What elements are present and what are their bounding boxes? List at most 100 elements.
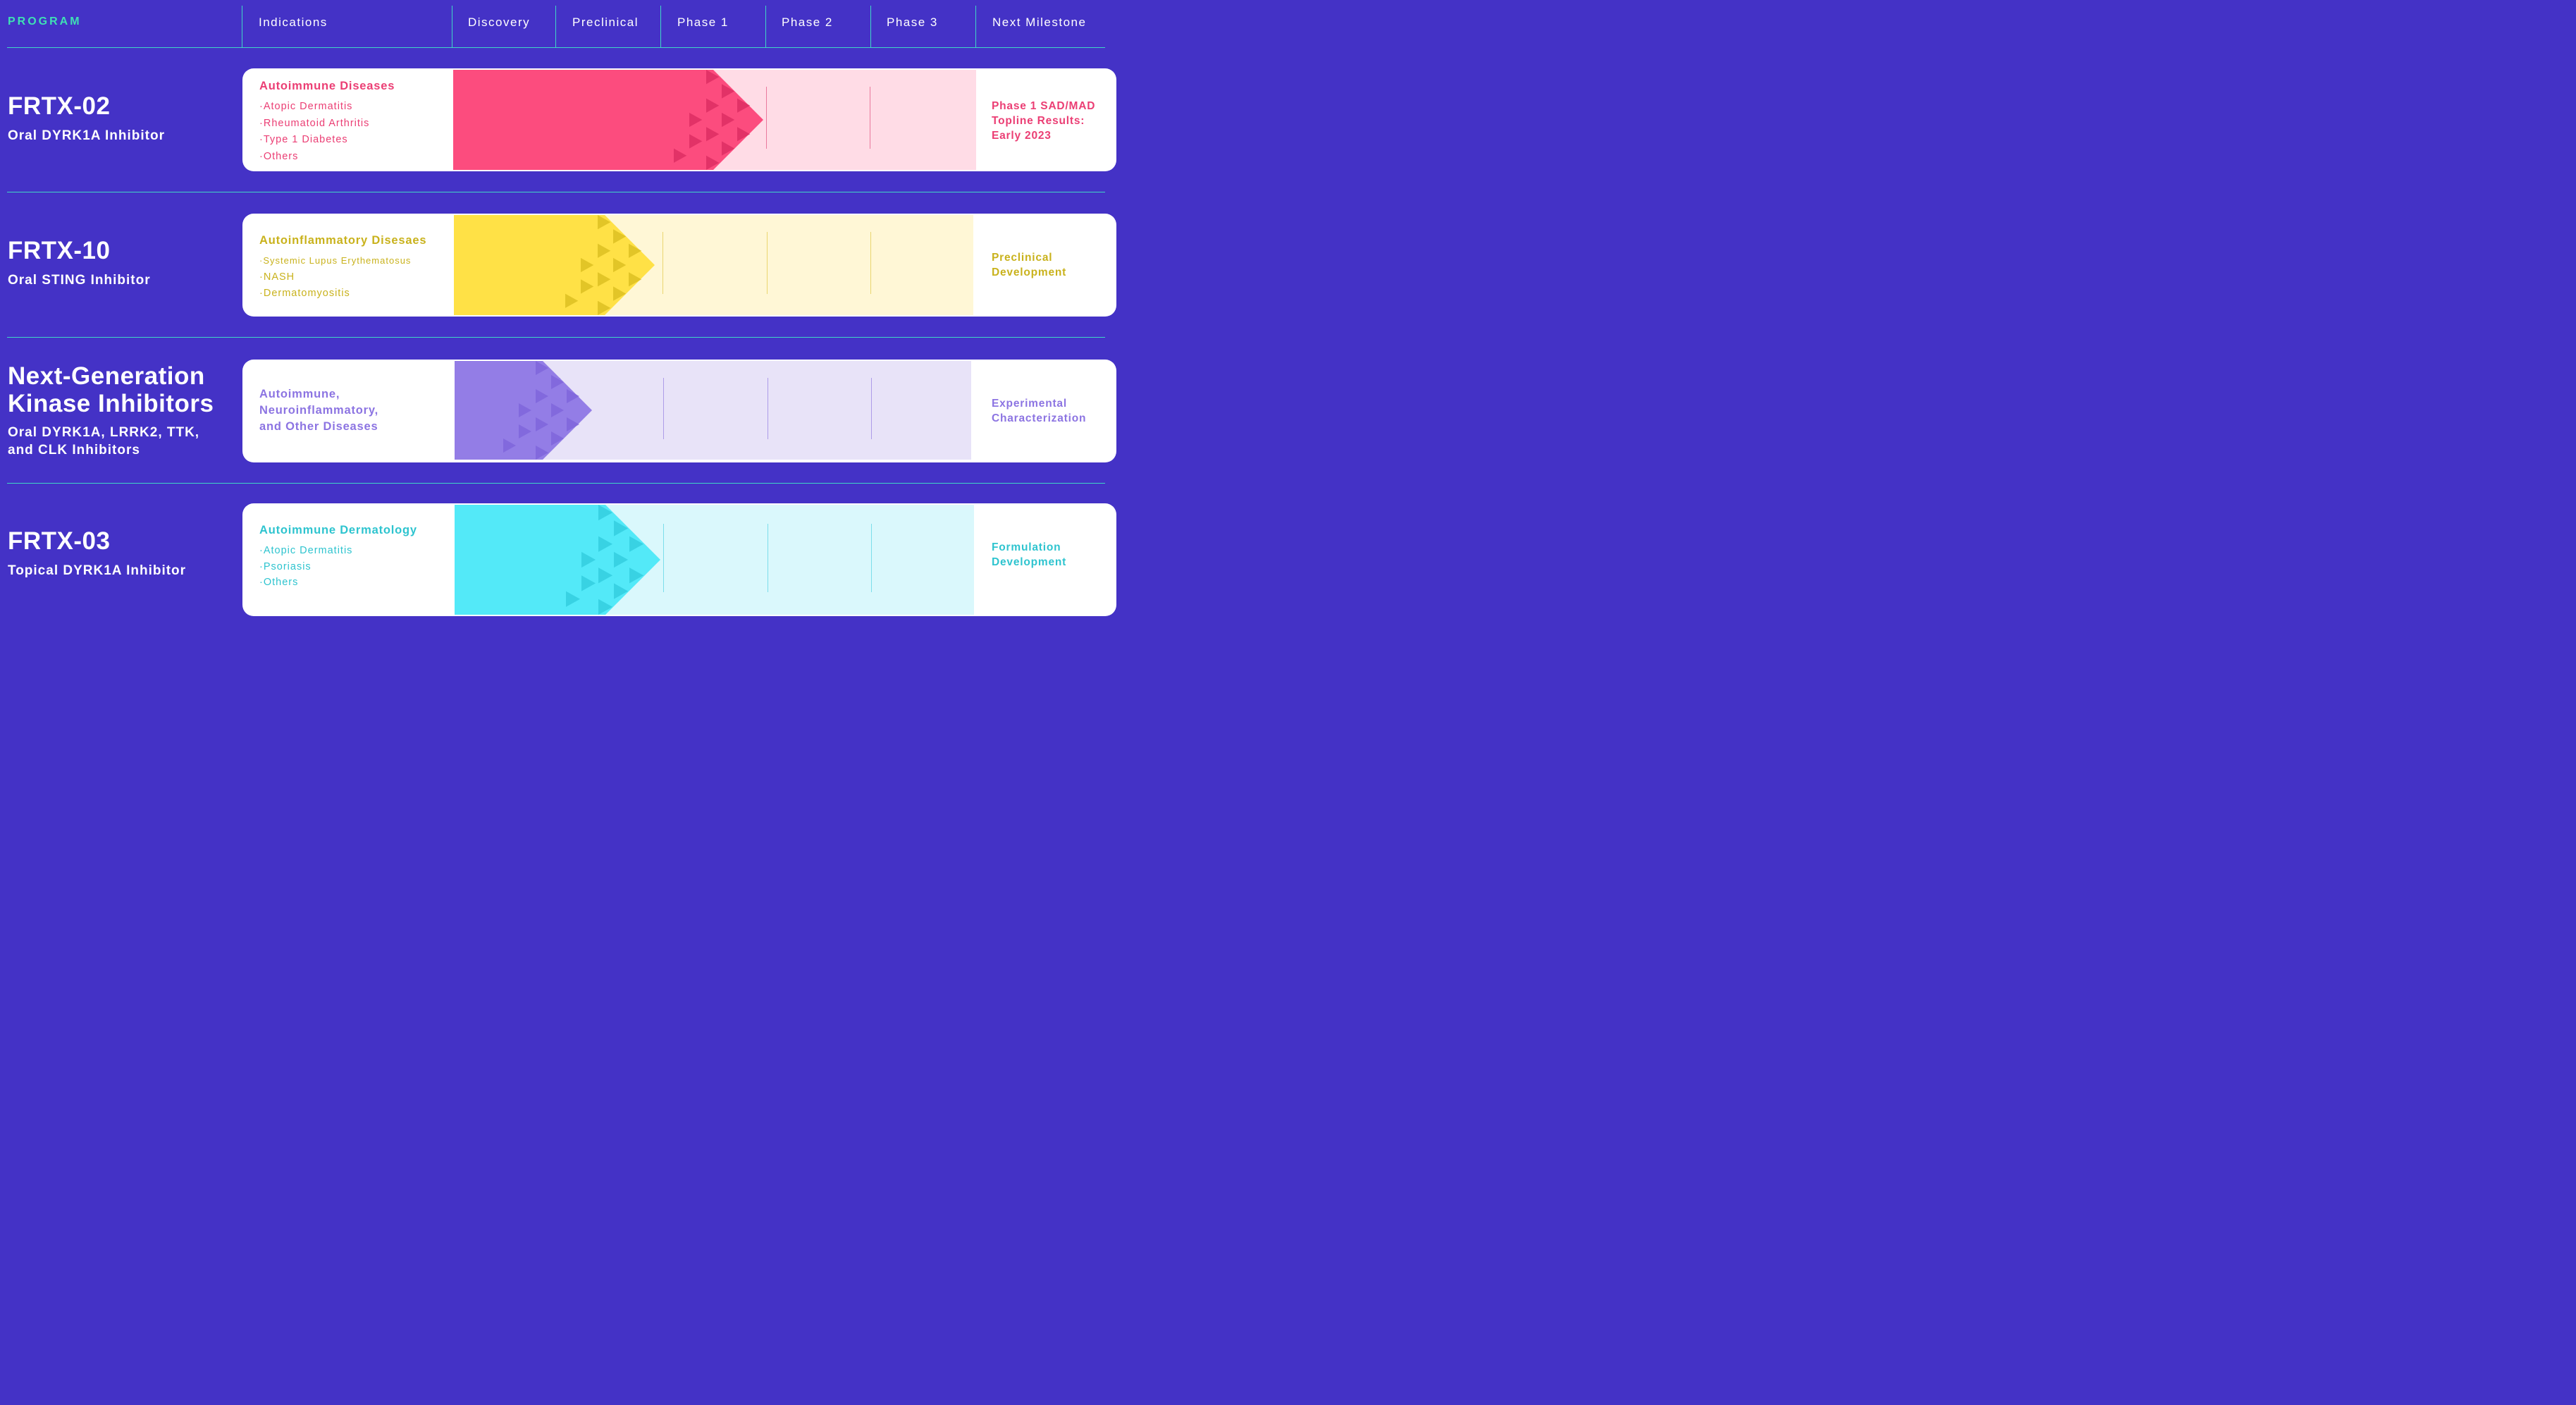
- indication-item: Atopic Dermatitis: [259, 543, 352, 559]
- progress-band: [455, 361, 971, 460]
- pattern-triangle: [721, 141, 735, 156]
- pattern-triangle: [597, 300, 611, 315]
- pattern-triangle: [737, 98, 751, 113]
- triangle-pattern: [565, 505, 643, 615]
- pattern-triangle: [536, 389, 549, 403]
- next-milestone: Phase 1 SAD/MAD Topline Results: Early 2…: [992, 100, 1096, 142]
- pattern-triangle: [519, 424, 532, 438]
- pattern-triangle: [519, 403, 532, 417]
- program-subtitle: Oral STING Inhibitor: [8, 273, 151, 288]
- pattern-triangle: [612, 257, 627, 273]
- pattern-triangle: [580, 279, 594, 294]
- pattern-triangle: [565, 293, 579, 308]
- indication-list: Atopic Dermatitis Psoriasis Others: [259, 543, 352, 591]
- pattern-triangle: [580, 257, 594, 273]
- pattern-triangle: [598, 599, 612, 615]
- column-divider: [870, 6, 871, 47]
- program-name: FRTX-03: [8, 527, 111, 555]
- triangle-pattern: [503, 361, 580, 460]
- indication-title: Autoimmune Dermatology: [259, 524, 417, 536]
- column-divider: [975, 6, 976, 47]
- progress-band: [455, 505, 974, 615]
- indication-item: Others: [259, 149, 369, 166]
- indication-item: NASH: [259, 269, 411, 286]
- pattern-triangle: [628, 243, 642, 258]
- indication-item: Others: [259, 575, 352, 591]
- program-card: Autoimmune Diseases Atopic Dermatitis Rh…: [242, 68, 1116, 171]
- pattern-triangle: [612, 229, 627, 244]
- next-milestone: Formulation Development: [992, 541, 1067, 568]
- table-header: PROGRAM Indications Discovery Preclinica…: [0, 0, 1105, 47]
- pattern-triangle: [689, 134, 703, 149]
- pattern-triangle: [598, 536, 612, 552]
- phase2-column-header: Phase 2: [782, 16, 833, 29]
- indication-item: Systemic Lupus Erythematosus: [259, 252, 411, 269]
- pattern-triangle: [673, 148, 687, 163]
- pattern-triangle: [536, 446, 549, 460]
- next-milestone-column-header: Next Milestone: [992, 16, 1087, 29]
- column-divider: [765, 6, 766, 47]
- pattern-triangle: [551, 375, 565, 389]
- stage-gridline: [871, 378, 872, 439]
- triangle-pattern: [673, 70, 751, 170]
- pattern-triangle: [551, 403, 565, 417]
- pattern-triangle: [737, 127, 751, 142]
- indications-column-header: Indications: [259, 16, 328, 29]
- pattern-triangle: [536, 361, 549, 375]
- stage-gridline: [871, 524, 872, 592]
- pattern-triangle: [551, 431, 565, 446]
- indication-item: Rheumatoid Arthritis: [259, 116, 369, 133]
- column-divider: [660, 6, 661, 47]
- pattern-triangle: [705, 127, 720, 142]
- pattern-triangle: [705, 70, 720, 85]
- row-divider: [7, 483, 1105, 484]
- pattern-triangle: [598, 567, 612, 584]
- stage-gridline: [767, 232, 768, 294]
- program-column-header: PROGRAM: [8, 16, 82, 27]
- pattern-triangle: [628, 272, 642, 287]
- pattern-triangle: [536, 417, 549, 431]
- pattern-triangle: [597, 215, 611, 230]
- pattern-triangle: [567, 417, 580, 431]
- pattern-triangle: [629, 567, 643, 584]
- indication-list: Atopic Dermatitis Rheumatoid Arthritis T…: [259, 99, 369, 165]
- discovery-column-header: Discovery: [468, 16, 531, 29]
- pattern-triangle: [721, 84, 735, 99]
- next-milestone: Preclinical Development: [992, 252, 1067, 278]
- progress-band: [454, 215, 973, 315]
- pattern-triangle: [613, 520, 628, 536]
- program-card: Autoinflammatory Disesaes Systemic Lupus…: [242, 214, 1116, 317]
- column-divider: [555, 6, 556, 47]
- indication-list: Systemic Lupus Erythematosus NASH Dermat…: [259, 252, 411, 302]
- pattern-triangle: [598, 505, 612, 521]
- program-subtitle: Oral DYRK1A, LRRK2, TTK, and CLK Inhibit…: [8, 425, 200, 458]
- indication-item: Atopic Dermatitis: [259, 99, 369, 116]
- program-subtitle: Oral DYRK1A Inhibitor: [8, 128, 165, 143]
- indication-title: Autoimmune, Neuroinflammatory, and Other…: [259, 388, 379, 433]
- row-divider: [7, 47, 1105, 48]
- pattern-triangle: [613, 583, 628, 599]
- pattern-triangle: [597, 243, 611, 258]
- pattern-triangle: [567, 389, 580, 403]
- progress-band: [453, 70, 976, 170]
- program-card: Autoimmune Dermatology Atopic Dermatitis…: [242, 503, 1116, 616]
- pattern-triangle: [629, 536, 643, 552]
- row-divider: [7, 337, 1105, 338]
- program-card: Autoimmune, Neuroinflammatory, and Other…: [242, 360, 1116, 462]
- pattern-triangle: [721, 112, 735, 128]
- program-subtitle: Topical DYRK1A Inhibitor: [8, 563, 187, 578]
- pattern-triangle: [612, 286, 627, 301]
- pattern-triangle: [503, 438, 517, 453]
- phase3-column-header: Phase 3: [887, 16, 938, 29]
- indication-item: Dermatomyositis: [259, 286, 411, 302]
- phase1-column-header: Phase 1: [677, 16, 729, 29]
- stage-gridline: [870, 232, 871, 294]
- indication-title: Autoinflammatory Disesaes: [259, 234, 427, 247]
- indication-title: Autoimmune Diseases: [259, 80, 395, 92]
- triangle-pattern: [565, 215, 642, 315]
- pattern-triangle: [565, 591, 580, 607]
- preclinical-column-header: Preclinical: [572, 16, 639, 29]
- program-name: FRTX-02: [8, 92, 111, 120]
- next-milestone: Experimental Characterization: [992, 398, 1087, 424]
- indication-item: Type 1 Diabetes: [259, 132, 369, 149]
